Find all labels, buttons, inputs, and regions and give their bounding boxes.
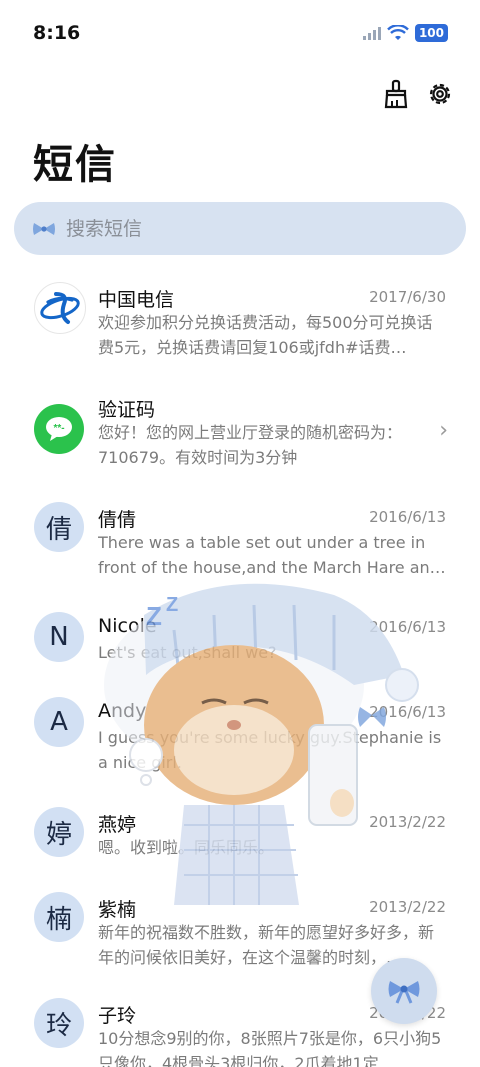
message-date: 2016/6/13: [369, 703, 446, 721]
message-preview: There was a table set out under a tree i…: [98, 533, 446, 577]
conversation-item[interactable]: **- 验证码 您好！您的网上营业厅登录的随机密码为：710679。有效时间为3…: [0, 392, 480, 492]
status-bar: 8:16 100: [0, 0, 480, 64]
message-bubble-icon: **-: [46, 417, 72, 441]
conversation-item[interactable]: 倩 倩倩 2016/6/13 There was a table set out…: [0, 502, 480, 602]
top-actions: [382, 78, 454, 110]
contact-name: 燕婷: [98, 814, 137, 836]
message-preview: Let's eat out,shall we?: [98, 643, 277, 662]
signal-icon: [362, 27, 381, 40]
conversation-item[interactable]: 中国电信 2017/6/30 欢迎参加积分兑换话费活动，每500分可兑换话费5元…: [0, 282, 480, 382]
contact-name: 验证码: [98, 399, 156, 421]
message-preview: 嗯。收到啦。同乐同乐。: [98, 838, 275, 857]
search-bar[interactable]: [14, 202, 466, 255]
avatar: 婷: [34, 807, 84, 857]
message-date: 2017/6/30: [369, 288, 446, 306]
status-icons: 100: [362, 24, 448, 42]
conversation-item[interactable]: A Andy 2016/6/13 I guess you're some luc…: [0, 697, 480, 797]
avatar: 楠: [34, 892, 84, 942]
avatar: **-: [34, 404, 84, 454]
svg-text:**-: **-: [53, 423, 64, 434]
avatar: [34, 282, 86, 334]
bow-icon: [33, 222, 55, 235]
page-title: 短信: [33, 142, 117, 188]
message-preview: 欢迎参加积分兑换话费活动，每500分可兑换话费5元，兑换话费请回复106或jfd…: [98, 313, 433, 357]
message-date: 2016/6/13: [369, 508, 446, 526]
message-date: 2013/2/22: [369, 898, 446, 916]
contact-name: 子玲: [98, 1005, 137, 1027]
clean-button[interactable]: [382, 78, 410, 110]
bow-icon: [388, 981, 420, 1004]
conversation-item[interactable]: 婷 燕婷 2013/2/22 嗯。收到啦。同乐同乐。: [0, 807, 480, 882]
compose-button[interactable]: [371, 958, 437, 1024]
contact-name: 中国电信: [98, 289, 175, 311]
status-time: 8:16: [33, 22, 81, 44]
settings-button[interactable]: [426, 78, 454, 110]
message-date: 2013/2/22: [369, 813, 446, 831]
broom-icon: [384, 79, 408, 109]
avatar: N: [34, 612, 84, 662]
search-input[interactable]: [64, 216, 428, 241]
wifi-icon: [387, 25, 409, 40]
contact-name: Andy: [98, 700, 147, 722]
conversation-item[interactable]: N Nicole 2016/6/13 Let's eat out,shall w…: [0, 612, 480, 687]
contact-name: 倩倩: [98, 509, 137, 531]
avatar: 玲: [34, 998, 84, 1048]
battery-indicator: 100: [414, 24, 448, 42]
avatar: A: [34, 697, 84, 747]
chevron-right-icon[interactable]: ›: [439, 418, 448, 443]
message-date: 2016/6/13: [369, 618, 446, 636]
gear-icon: [429, 83, 451, 105]
contact-name: Nicole: [98, 615, 157, 637]
message-preview: 您好！您的网上营业厅登录的随机密码为：710679。有效时间为3分钟: [98, 423, 403, 467]
avatar: 倩: [34, 502, 84, 552]
china-telecom-logo-icon: [40, 292, 80, 324]
message-preview: 10分想念9别的你，8张照片7张是你，6只小狗5只像你，4根骨头3根归你，2爪着…: [98, 1029, 442, 1067]
contact-name: 紫楠: [98, 899, 137, 921]
message-preview: I guess you're some lucky guy.Stephanie …: [98, 728, 442, 772]
